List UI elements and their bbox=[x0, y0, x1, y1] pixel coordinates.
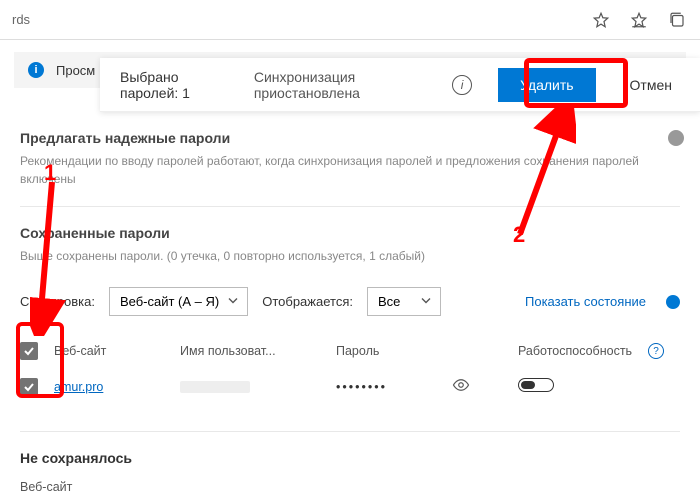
password-mask: •••••••• bbox=[336, 380, 446, 394]
chevron-down-icon bbox=[227, 294, 239, 309]
display-dropdown[interactable]: Все bbox=[367, 287, 441, 316]
col-pass: Пароль bbox=[336, 344, 446, 358]
delete-button[interactable]: Удалить bbox=[498, 68, 595, 102]
url-text: rds bbox=[8, 12, 592, 27]
health-indicator bbox=[518, 378, 638, 395]
favorites-icon[interactable] bbox=[630, 11, 648, 29]
suggest-title: Предлагать надежные пароли bbox=[20, 130, 680, 146]
address-bar[interactable]: rds bbox=[0, 0, 700, 40]
display-value: Все bbox=[378, 294, 400, 309]
sort-value: Веб-сайт (А – Я) bbox=[120, 294, 219, 309]
site-link[interactable]: amur.pro bbox=[54, 380, 174, 394]
not-saved-section: Не сохранялось Веб-сайт bbox=[20, 431, 680, 494]
sort-dropdown[interactable]: Веб-сайт (А – Я) bbox=[109, 287, 248, 316]
eye-icon[interactable] bbox=[452, 376, 512, 397]
sync-info-icon[interactable]: i bbox=[452, 75, 472, 95]
info-icon: i bbox=[28, 62, 44, 78]
chevron-down-icon bbox=[420, 294, 432, 309]
suggest-desc: Рекомендации по вводу паролей работают, … bbox=[20, 152, 680, 188]
star-add-icon[interactable] bbox=[592, 11, 610, 29]
help-icon[interactable]: ? bbox=[648, 343, 664, 359]
col-health: Работоспособность bbox=[518, 344, 638, 358]
info-text: Просм bbox=[56, 63, 95, 78]
saved-desc: Выше сохранены пароли. (0 утечка, 0 повт… bbox=[20, 247, 680, 265]
passwords-table: Веб-сайт Имя пользоват... Пароль Работос… bbox=[20, 334, 680, 405]
health-toggle[interactable] bbox=[666, 295, 680, 309]
table-header: Веб-сайт Имя пользоват... Пароль Работос… bbox=[20, 334, 680, 368]
display-label: Отображается: bbox=[262, 294, 353, 309]
username-hidden bbox=[180, 381, 250, 393]
select-all-checkbox[interactable] bbox=[20, 342, 38, 360]
suggest-passwords-section: Предлагать надежные пароли Рекомендации … bbox=[20, 130, 680, 207]
show-health-link[interactable]: Показать состояние bbox=[525, 294, 646, 309]
sort-label: Сортировка: bbox=[20, 294, 95, 309]
not-saved-col-site: Веб-сайт bbox=[20, 480, 680, 494]
saved-passwords-section: Сохраненные пароли Выше сохранены пароли… bbox=[20, 225, 680, 405]
cancel-button[interactable]: Отмен bbox=[622, 68, 680, 102]
not-saved-title: Не сохранялось bbox=[20, 450, 680, 466]
collections-icon[interactable] bbox=[668, 11, 686, 29]
row-checkbox[interactable] bbox=[20, 378, 38, 396]
sync-status: Синхронизация приостановлена bbox=[254, 69, 426, 101]
selection-bar: Выбрано паролей: 1 Синхронизация приоста… bbox=[100, 58, 700, 112]
col-user: Имя пользоват... bbox=[180, 344, 330, 358]
selection-count: Выбрано паролей: 1 bbox=[120, 69, 228, 101]
col-site: Веб-сайт bbox=[54, 344, 174, 358]
saved-title: Сохраненные пароли bbox=[20, 225, 680, 241]
suggest-toggle[interactable] bbox=[668, 130, 684, 146]
table-row: amur.pro •••••••• bbox=[20, 368, 680, 405]
